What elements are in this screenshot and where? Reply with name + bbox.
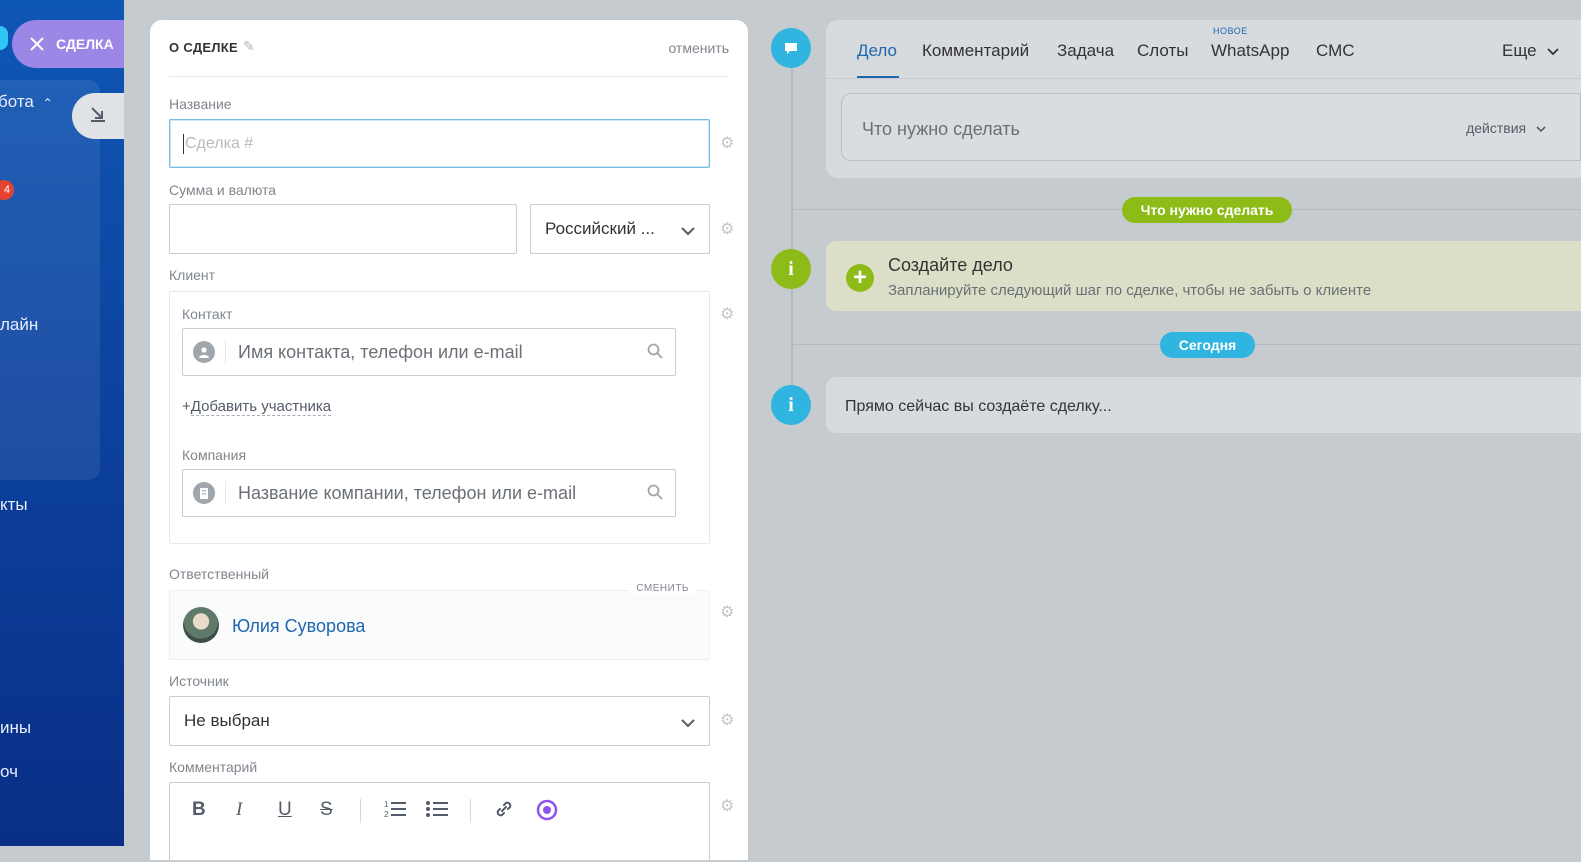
responsible-name-link[interactable]: Юлия Суворова <box>232 616 365 637</box>
company-search-input[interactable]: Название компании, телефон или e-mail <box>182 469 676 517</box>
create-activity-card[interactable]: + Создайте дело Запланируйте следующий ш… <box>826 241 1581 311</box>
sidebar-item-3[interactable]: кты <box>0 495 28 515</box>
info-icon: i <box>771 385 811 425</box>
building-icon <box>193 482 215 504</box>
actions-label: действия <box>1466 120 1527 136</box>
responsible-label: Ответственный <box>169 566 269 582</box>
todo-input[interactable]: Что нужно сделать действия <box>841 93 1581 161</box>
form-title: О СДЕЛКЕ <box>169 40 238 55</box>
timeline-line <box>791 60 793 405</box>
avatar <box>183 607 219 643</box>
logo-fragment <box>0 26 8 50</box>
contact-placeholder: Имя контакта, телефон или e-mail <box>238 341 523 362</box>
svg-text:2: 2 <box>384 810 389 819</box>
add-participant-label: Добавить участника <box>190 398 332 416</box>
numbered-list-icon[interactable]: 12 <box>384 799 406 825</box>
client-label: Клиент <box>169 267 216 283</box>
company-placeholder: Название компании, телефон или e-mail <box>238 482 577 503</box>
chevron-down-icon <box>681 713 695 733</box>
tabs-divider <box>826 78 1581 79</box>
chat-icon <box>771 28 811 68</box>
text-cursor <box>183 134 184 154</box>
currency-select[interactable]: Российский ... <box>530 204 710 254</box>
gear-icon[interactable]: ⚙ <box>720 799 736 815</box>
tab-comment[interactable]: Комментарий <box>922 41 1029 61</box>
strikethrough-button[interactable]: S <box>320 799 333 821</box>
plus-icon[interactable]: + <box>846 264 874 292</box>
gear-icon[interactable]: ⚙ <box>720 222 736 238</box>
gear-icon[interactable]: ⚙ <box>720 307 736 323</box>
currency-value: Российский ... <box>545 219 655 238</box>
collapse-button[interactable] <box>72 93 124 139</box>
now-creating-text: Прямо сейчас вы создаёте сделку... <box>845 398 1112 415</box>
info-icon: i <box>771 249 811 289</box>
pencil-icon[interactable]: ✎ <box>243 38 255 55</box>
client-section: Контакт Имя контакта, телефон или e-mail… <box>169 291 710 544</box>
create-activity-title: Создайте дело <box>888 255 1013 275</box>
activity-editor: Дело Комментарий Задача Слоты НОВОЕ What… <box>826 20 1581 178</box>
tab-task[interactable]: Задача <box>1057 41 1114 61</box>
contact-search-input[interactable]: Имя контакта, телефон или e-mail <box>182 328 676 376</box>
person-icon <box>193 341 215 363</box>
tab-delo[interactable]: Дело <box>857 41 897 61</box>
new-badge: НОВОЕ <box>1213 26 1248 36</box>
sidebar-item-5[interactable]: оч <box>0 762 18 782</box>
deal-name-placeholder: Сделка # <box>185 135 254 152</box>
cancel-link[interactable]: отменить <box>668 40 729 56</box>
source-value: Не выбран <box>184 711 270 730</box>
search-icon[interactable] <box>647 343 663 364</box>
toolbar-divider <box>360 799 361 823</box>
name-label: Название <box>169 96 232 112</box>
search-icon[interactable] <box>647 484 663 505</box>
responsible-field: СМЕНИТЬ Юлия Суворова <box>169 583 710 660</box>
form-header: О СДЕЛКЕ ✎ отменить <box>169 38 729 77</box>
tab-whatsapp[interactable]: WhatsApp <box>1211 41 1289 61</box>
tab-more-label: Еще <box>1502 41 1537 60</box>
close-icon <box>26 33 48 55</box>
gear-icon[interactable]: ⚙ <box>720 136 736 152</box>
now-creating-card: Прямо сейчас вы создаёте сделку... <box>826 377 1581 433</box>
deal-name-input[interactable]: Сделка # <box>169 119 710 168</box>
todo-section-pill: Что нужно сделать <box>1122 197 1292 223</box>
sum-label: Сумма и валюта <box>169 182 277 198</box>
toolbar-divider <box>470 799 471 823</box>
copilot-icon[interactable] <box>536 799 558 827</box>
chevron-down-icon <box>681 221 695 241</box>
underline-button[interactable]: U <box>278 799 292 821</box>
actions-dropdown[interactable]: действия <box>1466 120 1546 136</box>
svg-text:1: 1 <box>384 800 389 809</box>
bold-button[interactable]: B <box>192 799 206 821</box>
link-icon[interactable] <box>494 799 514 825</box>
change-responsible-button[interactable]: СМЕНИТЬ <box>630 583 695 594</box>
sidebar-item-1[interactable]: бота ⌃ <box>0 92 53 112</box>
todo-placeholder: Что нужно сделать <box>862 119 1020 139</box>
chevron-up-icon: ⌃ <box>42 96 53 110</box>
gear-icon[interactable]: ⚙ <box>720 713 736 729</box>
contact-label: Контакт <box>182 306 233 322</box>
tab-slots[interactable]: Слоты <box>1137 41 1188 61</box>
today-pill: Сегодня <box>1160 332 1255 358</box>
input-divider <box>225 340 226 364</box>
bullet-list-icon[interactable] <box>426 799 448 825</box>
italic-button[interactable]: I <box>236 799 242 821</box>
tab-more[interactable]: Еще <box>1502 41 1559 61</box>
sum-input[interactable] <box>169 204 517 254</box>
source-label: Источник <box>169 673 229 689</box>
close-deal-button[interactable]: СДЕЛКА <box>12 20 124 68</box>
sidebar-item-2[interactable]: лайн <box>0 315 38 335</box>
sidebar-item-4[interactable]: ины <box>0 718 31 738</box>
comment-editor[interactable]: B I U S 12 <box>169 782 710 862</box>
close-pill-label: СДЕЛКА <box>56 36 114 52</box>
add-participant-link[interactable]: +Добавить участника <box>182 398 332 416</box>
collapse-arrow-icon <box>89 105 107 128</box>
source-select[interactable]: Не выбран <box>169 696 710 746</box>
tab-sms[interactable]: СМС <box>1316 41 1355 61</box>
create-activity-subtitle: Запланируйте следующий шаг по сделке, чт… <box>888 282 1372 299</box>
comment-label: Комментарий <box>169 759 258 775</box>
sidebar-panel <box>0 80 100 480</box>
gear-icon[interactable]: ⚙ <box>720 605 736 621</box>
input-divider <box>225 481 226 505</box>
company-label: Компания <box>182 447 247 463</box>
deal-form-card: О СДЕЛКЕ ✎ отменить Название Сделка # ⚙ … <box>150 20 748 862</box>
